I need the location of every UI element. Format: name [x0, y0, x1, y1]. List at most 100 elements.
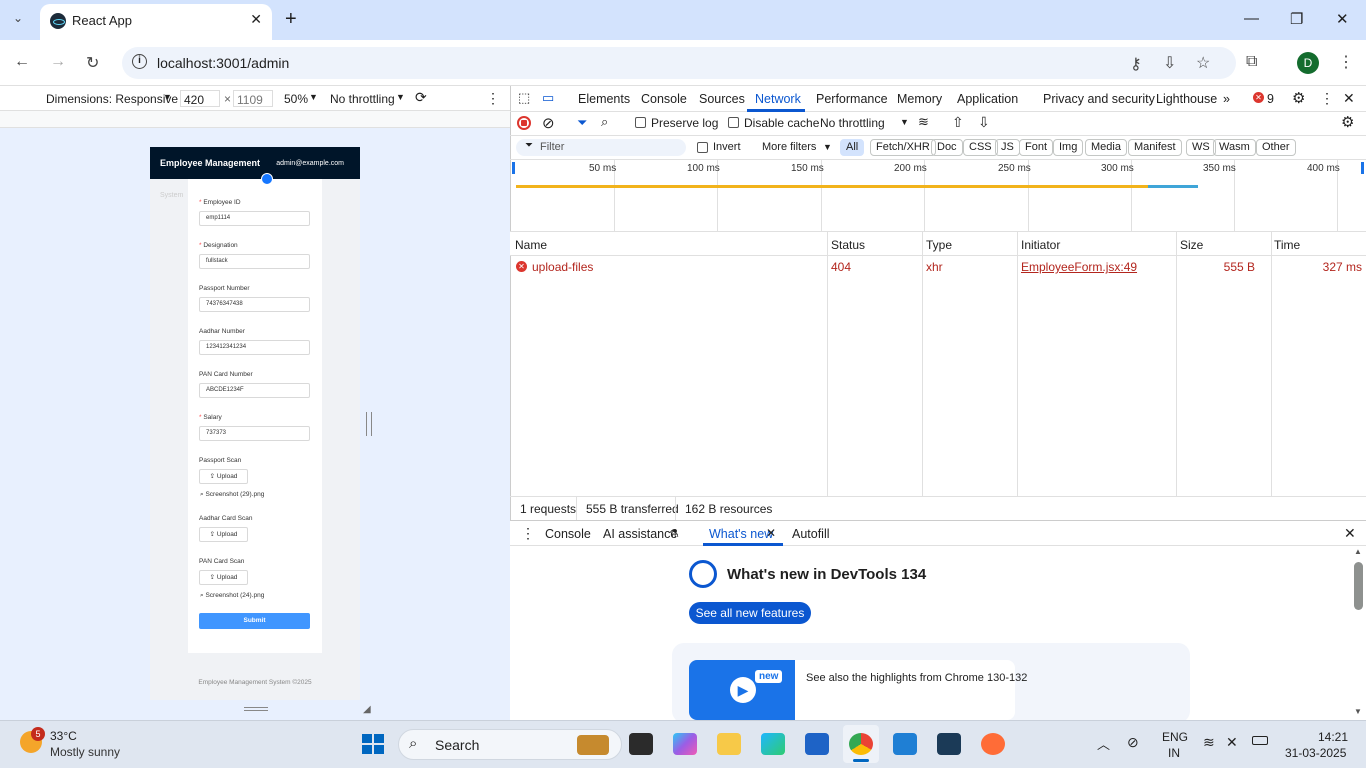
reload-icon[interactable]: ↻ — [86, 53, 99, 73]
restore-icon[interactable]: ❐ — [1290, 10, 1303, 28]
preserve-log-checkbox[interactable] — [635, 117, 646, 128]
height-input[interactable]: 1109 — [233, 90, 273, 107]
wifi-icon[interactable]: ≋ — [1203, 734, 1215, 751]
column-size[interactable]: Size — [1180, 238, 1203, 252]
inspect-element-icon[interactable]: ⬚ — [518, 90, 530, 106]
drawer-tab-autofill[interactable]: Autofill — [792, 527, 830, 541]
salary-input[interactable]: 737373 — [199, 426, 310, 441]
close-tab-icon[interactable]: ✕ — [250, 11, 262, 28]
throttling-select[interactable]: No throttling — [330, 92, 395, 106]
tab-application[interactable]: Application — [957, 92, 1018, 106]
error-count[interactable]: 9 — [1267, 92, 1274, 106]
store-icon[interactable] — [805, 733, 829, 755]
address-bar[interactable]: i localhost:3001/admin — [122, 47, 1236, 79]
passport-file-item[interactable]: ⌕ Screenshot (29).png — [200, 491, 264, 499]
column-name[interactable]: Name — [515, 238, 547, 252]
filter-other[interactable]: Other — [1256, 139, 1296, 156]
bottom-resize-handle[interactable] — [244, 707, 268, 711]
invert-checkbox[interactable] — [697, 142, 708, 153]
network-throttling-select[interactable]: No throttling — [820, 116, 885, 130]
volume-mute-icon[interactable]: ✕ — [1226, 734, 1238, 751]
filter-all[interactable]: All — [840, 139, 865, 156]
column-time[interactable]: Time — [1274, 238, 1300, 252]
video-thumbnail[interactable]: ▶ new — [689, 660, 795, 720]
table-row[interactable]: ✕ upload-files 404 xhr EmployeeForm.jsx:… — [510, 256, 1366, 278]
filter-doc[interactable]: Doc — [931, 139, 963, 156]
task-view-icon[interactable] — [629, 733, 653, 755]
right-handle[interactable] — [1361, 162, 1364, 174]
tab-elements[interactable]: Elements — [578, 92, 630, 106]
minimize-icon[interactable]: — — [1244, 10, 1259, 27]
filter-ws[interactable]: WS — [1186, 139, 1216, 156]
request-name[interactable]: upload-files — [532, 260, 593, 274]
drawer-scrollbar[interactable] — [1354, 562, 1363, 610]
aadhar-upload-button[interactable]: ⇪ Upload — [199, 527, 248, 542]
import-har-icon[interactable]: ⇧ — [952, 114, 964, 131]
bookmark-star-icon[interactable]: ☆ — [1196, 53, 1210, 73]
filter-manifest[interactable]: Manifest — [1128, 139, 1182, 156]
tab-network[interactable]: Network — [755, 92, 801, 106]
rotate-icon[interactable]: ⟳ — [415, 89, 427, 106]
filter-css[interactable]: CSS — [963, 139, 998, 156]
edge-icon[interactable] — [761, 733, 785, 755]
initiator-link[interactable]: EmployeeForm.jsx:49 — [1021, 260, 1137, 274]
zoom-select[interactable]: 50% — [284, 92, 308, 106]
tab-sources[interactable]: Sources — [699, 92, 745, 106]
browser-tab[interactable]: React App ✕ — [40, 4, 272, 40]
pan-number-input[interactable]: ABCDE1234F — [199, 383, 310, 398]
pan-upload-button[interactable]: ⇪ Upload — [199, 570, 248, 585]
device-more-icon[interactable]: ⋮ — [486, 90, 500, 107]
tray-chevron-icon[interactable]: ︿ — [1097, 734, 1110, 753]
passport-number-input[interactable]: 74376347438 — [199, 297, 310, 312]
filter-input[interactable]: ⏷ Filter — [516, 139, 686, 156]
settings-gear-icon[interactable]: ⚙ — [1292, 89, 1305, 107]
windows-start-icon[interactable] — [361, 733, 385, 755]
scroll-up-icon[interactable]: ▲ — [1354, 547, 1362, 556]
clock-time[interactable]: 14:21 — [1318, 730, 1348, 744]
battery-icon[interactable] — [1252, 736, 1268, 745]
more-filters-select[interactable]: More filters — [762, 141, 816, 153]
tab-search-icon[interactable]: ⌄ — [13, 11, 23, 25]
profile-avatar[interactable]: D — [1297, 52, 1319, 74]
drawer-tab-console[interactable]: Console — [545, 527, 591, 541]
column-status[interactable]: Status — [831, 238, 865, 252]
employee-id-input[interactable]: emp1114 — [199, 211, 310, 226]
filter-wasm[interactable]: Wasm — [1213, 139, 1256, 156]
install-app-icon[interactable]: ⇩ — [1163, 53, 1176, 73]
clear-icon[interactable]: ⊘ — [542, 114, 555, 132]
pan-file-item[interactable]: ⌕ Screenshot (24).png — [200, 592, 264, 600]
forward-icon[interactable]: → — [50, 53, 66, 71]
column-type[interactable]: Type — [926, 238, 952, 252]
see-all-features-button[interactable]: See all new features — [689, 602, 811, 624]
postman-icon[interactable] — [981, 733, 1005, 755]
record-stop-icon[interactable] — [517, 116, 531, 130]
network-off-icon[interactable]: ⊘ — [1127, 734, 1139, 751]
drawer-menu-icon[interactable]: ⋮ — [521, 525, 535, 542]
aadhar-number-input[interactable]: 123412341234 — [199, 340, 310, 355]
devtools-menu-icon[interactable]: ⋮ — [1320, 90, 1334, 107]
tab-privacy[interactable]: Privacy and security — [1043, 92, 1155, 106]
left-handle[interactable] — [512, 162, 515, 174]
close-whats-new-icon[interactable]: ✕ — [766, 526, 776, 540]
back-icon[interactable]: ← — [14, 53, 30, 71]
filter-img[interactable]: Img — [1053, 139, 1084, 156]
tab-lighthouse[interactable]: Lighthouse — [1156, 92, 1217, 106]
new-tab-button[interactable]: + — [285, 8, 297, 31]
scroll-down-icon[interactable]: ▼ — [1354, 707, 1362, 716]
chrome-menu-icon[interactable]: ⋮ — [1338, 52, 1354, 72]
disable-cache-checkbox[interactable] — [728, 117, 739, 128]
copilot-icon[interactable] — [673, 733, 697, 755]
tab-performance[interactable]: Performance — [816, 92, 888, 106]
mysql-workbench-icon[interactable] — [937, 733, 961, 755]
filter-js[interactable]: JS — [995, 139, 1020, 156]
submit-button[interactable]: Submit — [199, 613, 310, 629]
network-conditions-icon[interactable]: ≋ — [918, 114, 929, 130]
close-drawer-icon[interactable]: ✕ — [1344, 525, 1356, 542]
filter-icon[interactable]: ⏷ — [577, 115, 587, 131]
network-settings-icon[interactable]: ⚙ — [1341, 113, 1354, 131]
passport-upload-button[interactable]: ⇪ Upload — [199, 469, 248, 484]
side-resize-handle[interactable] — [366, 412, 372, 436]
designation-input[interactable]: fullstack — [199, 254, 310, 269]
dimensions-select[interactable]: Dimensions: Responsive — [46, 92, 178, 106]
tab-console[interactable]: Console — [641, 92, 687, 106]
